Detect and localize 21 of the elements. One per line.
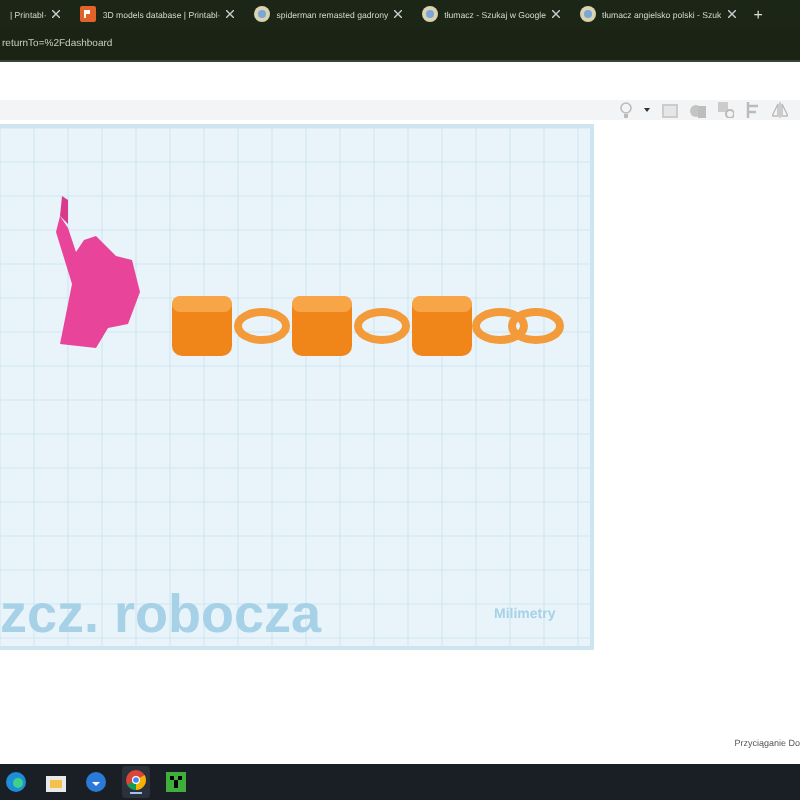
close-icon[interactable] bbox=[394, 10, 403, 18]
close-icon[interactable] bbox=[552, 10, 560, 18]
google-icon bbox=[254, 6, 271, 22]
google-icon bbox=[580, 6, 596, 22]
taskbar-item[interactable] bbox=[162, 766, 190, 798]
browser-icon[interactable] bbox=[6, 772, 26, 792]
close-icon[interactable] bbox=[226, 10, 235, 18]
close-icon[interactable] bbox=[52, 10, 61, 18]
store-icon[interactable] bbox=[86, 772, 106, 792]
taskbar-item[interactable] bbox=[82, 766, 110, 798]
printables-icon bbox=[80, 6, 97, 22]
hand-drawing[interactable] bbox=[56, 196, 140, 348]
folder-icon[interactable] bbox=[46, 773, 66, 791]
workplane-label: zcz. robocza bbox=[0, 584, 322, 646]
close-icon[interactable] bbox=[727, 10, 736, 18]
creeper-icon[interactable] bbox=[166, 772, 186, 792]
taskbar-item[interactable] bbox=[2, 766, 30, 798]
taskbar-item[interactable] bbox=[122, 766, 150, 798]
google-icon bbox=[422, 6, 439, 22]
new-tab-button[interactable]: + bbox=[753, 5, 763, 23]
chrome-icon[interactable] bbox=[126, 770, 146, 790]
